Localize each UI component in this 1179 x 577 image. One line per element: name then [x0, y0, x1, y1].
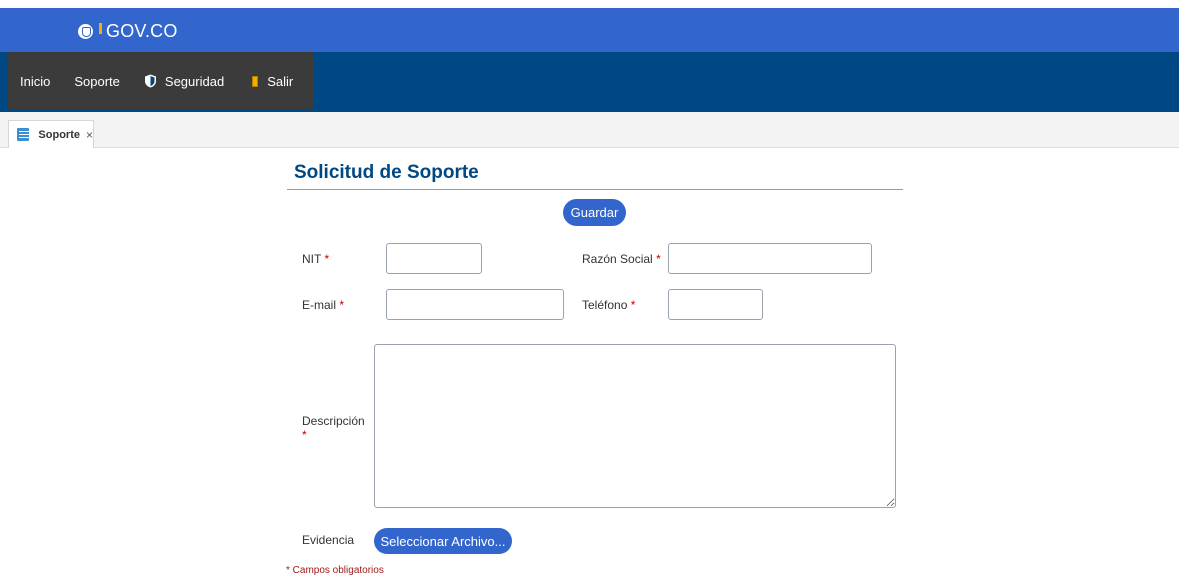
exit-door-icon: [252, 75, 259, 87]
gov-logo[interactable]: GOV.CO: [78, 21, 178, 41]
shield-icon: [144, 74, 156, 88]
required-mark: *: [630, 298, 636, 312]
nav-item-label: Seguridad: [164, 73, 225, 89]
page-title: Solicitud de Soporte: [294, 162, 479, 183]
tab-label: Soporte: [38, 128, 80, 141]
telefono-input[interactable]: [668, 289, 763, 320]
telefono-label: Teléfono *: [582, 298, 636, 312]
descripcion-textarea[interactable]: [374, 344, 896, 508]
required-mark: *: [324, 252, 330, 266]
close-icon[interactable]: ×: [86, 128, 93, 142]
nav-item-seguridad[interactable]: Seguridad: [132, 52, 236, 110]
gov-header-bar: GOV.CO: [0, 8, 1179, 52]
evidencia-label: Evidencia: [302, 533, 355, 547]
brand-accent-bar: [99, 22, 102, 34]
required-mark: *: [339, 298, 345, 312]
tab-soporte[interactable]: Soporte ×: [8, 120, 94, 148]
select-file-button[interactable]: Seleccionar Archivo...: [374, 528, 512, 554]
email-input[interactable]: [386, 289, 564, 320]
colombia-seal-icon: [78, 23, 93, 39]
required-mark: *: [302, 428, 307, 442]
nit-input[interactable]: [386, 243, 482, 274]
tab-strip: Soporte ×: [0, 112, 1179, 148]
form-icon: [17, 128, 30, 141]
nav-item-inicio[interactable]: Inicio: [8, 52, 62, 110]
nav-item-soporte[interactable]: Soporte: [62, 52, 132, 110]
save-button[interactable]: Guardar: [563, 199, 626, 226]
email-label: E-mail *: [302, 298, 345, 312]
nit-label: NIT *: [302, 252, 330, 266]
required-fields-note: * Campos obligatorios: [286, 565, 384, 576]
main-menu: Inicio Soporte Seguridad Salir: [8, 52, 314, 110]
required-mark: *: [656, 252, 661, 266]
nav-item-salir[interactable]: Salir: [236, 52, 305, 110]
title-divider: [287, 189, 903, 190]
nav-item-label: Inicio: [20, 73, 51, 89]
nav-item-label: Soporte: [74, 73, 120, 89]
descripcion-label: Descripción *: [302, 414, 365, 442]
nav-item-label: Salir: [267, 73, 294, 89]
razon-social-input[interactable]: [668, 243, 872, 274]
brand-text: GOV.CO: [106, 20, 178, 41]
razon-social-label: Razón Social *: [582, 252, 661, 266]
